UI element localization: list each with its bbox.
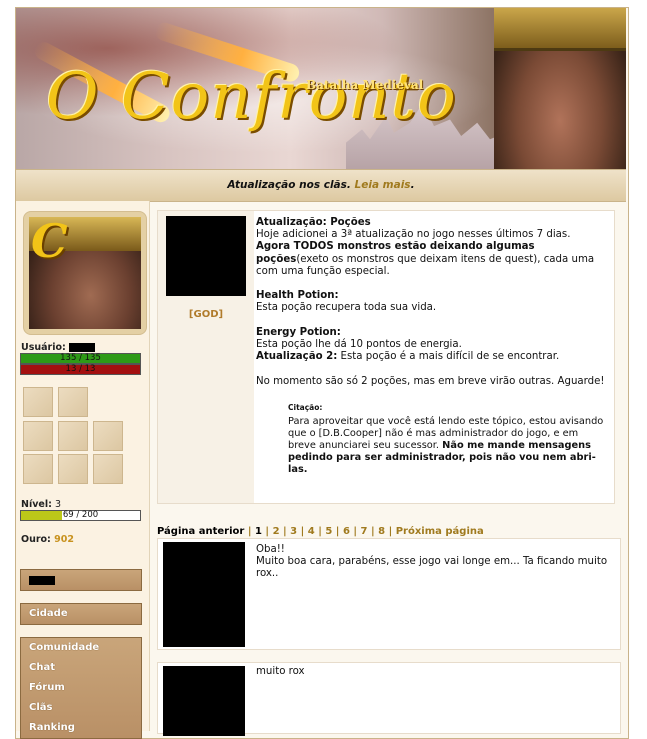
post-body: Oba!! Muito boa cara, parabéns, esse jog… [256, 544, 608, 580]
page-8[interactable]: 8 [378, 526, 385, 537]
inventory-slot[interactable] [23, 454, 53, 484]
community-menu: Comunidade Chat Fórum Clãs Ranking [20, 637, 142, 739]
user-label: Usuário: [21, 342, 96, 353]
site-subtitle: Batalha Medieval [306, 78, 424, 92]
post-author: [GOD] [158, 211, 254, 503]
level-label: Nível: 3 [21, 499, 61, 510]
health-bar: 135 / 135 [20, 353, 141, 364]
page-4[interactable]: 4 [308, 526, 315, 537]
site-logo[interactable]: O Confronto [46, 60, 457, 134]
page-3[interactable]: 3 [290, 526, 297, 537]
author-rank: [GOD] [188, 309, 224, 320]
site-banner: O Confronto Batalha Medieval [16, 8, 626, 169]
menu-item-forum[interactable]: Fórum [21, 678, 141, 698]
inventory-slot[interactable] [93, 454, 123, 484]
prev-page-link[interactable]: Página anterior [157, 526, 244, 537]
inventory-slot[interactable] [23, 387, 53, 417]
level-value: 3 [54, 499, 61, 510]
news-text: Atualização nos clãs. [227, 179, 355, 191]
inventory-slot[interactable] [58, 454, 88, 484]
menu-item-city[interactable]: Cidade [21, 604, 141, 624]
quote-header: Citação: [288, 402, 323, 412]
page-2[interactable]: 2 [273, 526, 280, 537]
pagination: Página anterior | 1 | 2 | 3 | 4 | 5 | 6 … [157, 526, 484, 537]
menu-item-ranking[interactable]: Ranking [21, 718, 141, 738]
page-1[interactable]: 1 [255, 526, 262, 537]
redacted-block [29, 576, 55, 585]
inventory-slot[interactable] [23, 421, 53, 451]
xp-bar: 69 / 200 [20, 510, 141, 521]
next-page-link[interactable]: Próxima página [396, 526, 484, 537]
post-quote: Citação: Para aproveitar que você está l… [288, 402, 608, 476]
avatar-letter: C [31, 214, 68, 268]
menu-item-chat[interactable]: Chat [21, 658, 141, 678]
author-avatar-redacted[interactable] [163, 542, 245, 647]
gold-label: Ouro: 902 [21, 534, 75, 545]
inventory-slot[interactable] [58, 387, 88, 417]
author-avatar-redacted[interactable] [166, 216, 246, 296]
menu-city[interactable]: Cidade [20, 603, 142, 625]
gold-value: 902 [54, 534, 75, 545]
news-bar: Atualização nos clãs. Leia mais. [16, 169, 626, 202]
username-redacted [69, 343, 96, 352]
menu-item-clans[interactable]: Clãs [21, 698, 141, 718]
page-5[interactable]: 5 [325, 526, 332, 537]
user-menu[interactable] [20, 569, 142, 591]
forum-post: muito rox [157, 662, 621, 736]
forum-post: [GOD] Atualização: Poções Hoje adicionei… [157, 210, 615, 504]
sidebar: C Usuário: 135 / 135 13 / 13 Nível: 3 69… [16, 201, 150, 739]
helmet-image [494, 8, 626, 51]
menu-item-community[interactable]: Comunidade [21, 638, 141, 658]
page-7[interactable]: 7 [361, 526, 368, 537]
forum-post: Oba!! Muito boa cara, parabéns, esse jog… [157, 538, 621, 650]
page-6[interactable]: 6 [343, 526, 350, 537]
post-body: muito rox [256, 666, 305, 677]
inventory-slot[interactable] [58, 421, 88, 451]
inventory-slot[interactable] [93, 421, 123, 451]
avatar[interactable]: C [23, 211, 147, 335]
post-body: Atualização: Poções Hoje adicionei a 3ª … [256, 217, 608, 476]
read-more-link[interactable]: Leia mais [355, 179, 411, 191]
energy-bar: 13 / 13 [20, 364, 141, 375]
